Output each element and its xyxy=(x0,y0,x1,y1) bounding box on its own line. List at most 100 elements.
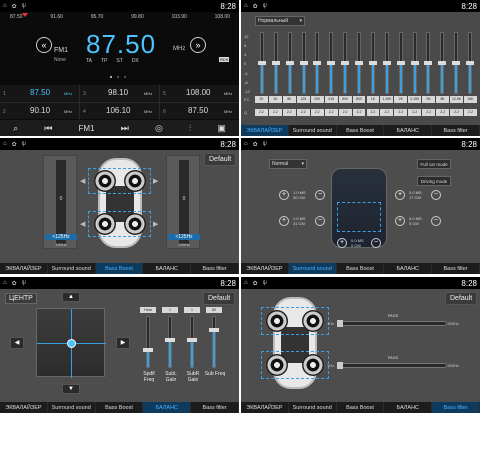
tab-surround[interactable]: Surround sound xyxy=(289,402,337,413)
eq-slider-handle[interactable] xyxy=(327,61,336,65)
eq-slider[interactable] xyxy=(452,32,461,94)
eq-frequency-label[interactable]: 315 xyxy=(324,96,338,103)
eq-slider[interactable] xyxy=(285,32,294,94)
up-arrow-button[interactable]: ▲ xyxy=(62,292,80,302)
tab-surround[interactable]: Surround sound xyxy=(289,125,337,136)
center-button[interactable]: ЦЕНТР xyxy=(5,293,37,304)
eq-slider-handle[interactable] xyxy=(438,61,447,65)
eq-slider[interactable] xyxy=(410,32,419,94)
rear-right-speaker[interactable] xyxy=(124,213,146,235)
eq-q-label[interactable]: 2.2 xyxy=(324,109,338,116)
tab-bass-filter[interactable]: Bass filter xyxy=(432,263,480,274)
eq-slider-handle[interactable] xyxy=(257,61,266,65)
flag-st[interactable]: ST xyxy=(116,58,122,64)
tab-surround[interactable]: Surround sound xyxy=(48,402,96,413)
seek-back-button[interactable]: « xyxy=(36,37,52,53)
tab-balance[interactable]: БАЛАНС xyxy=(384,402,433,413)
fader-track[interactable] xyxy=(187,316,197,368)
equalizer-icon[interactable]: ⫶ xyxy=(189,123,191,134)
tab-bass-filter[interactable]: Bass filter xyxy=(432,125,480,136)
eq-frequency-label[interactable]: 3.15K xyxy=(408,96,422,103)
eq-q-label[interactable]: 2.2 xyxy=(408,109,422,116)
default-button[interactable]: Default xyxy=(203,292,236,305)
left-bass-slider[interactable]: 0 <125Hz 150Hz xyxy=(43,155,77,249)
fr-plus-button[interactable]: + xyxy=(395,190,405,200)
preset-button[interactable]: 6 87.50 MHz xyxy=(160,102,239,119)
fader-handle[interactable] xyxy=(143,347,153,352)
eq-q-label[interactable]: 2.2 xyxy=(310,109,324,116)
eq-frequency-label[interactable]: 200 xyxy=(310,96,324,103)
eq-frequency-label[interactable]: 16K xyxy=(464,96,477,103)
band-button[interactable]: FM1 xyxy=(79,124,95,133)
eq-slider-handle[interactable] xyxy=(285,61,294,65)
fader-handle[interactable] xyxy=(209,327,219,332)
tab-bass-filter[interactable]: Bass filter xyxy=(191,263,239,274)
right-arrow-button[interactable]: ▶ xyxy=(116,337,130,349)
settings-icon[interactable]: ✿ xyxy=(253,3,258,10)
eq-slider-handle[interactable] xyxy=(466,61,475,65)
driving-mode-button[interactable]: Driving mode xyxy=(417,176,451,186)
eq-q-label[interactable]: 2.2 xyxy=(268,109,282,116)
eq-frequency-label[interactable]: 5K xyxy=(422,96,436,103)
fader-track[interactable] xyxy=(165,316,175,368)
preset-button[interactable]: 1 87.50 MHz xyxy=(0,85,79,102)
flag-ta[interactable]: TA xyxy=(86,58,92,64)
eq-slider-handle[interactable] xyxy=(368,61,377,65)
tab-bass-filter[interactable]: Bass filter xyxy=(432,402,480,413)
left-arrow-button[interactable]: ◀ xyxy=(10,337,24,349)
eq-preset-select[interactable]: Нормальный ▾ xyxy=(255,16,305,26)
home-icon[interactable]: ⌂ xyxy=(244,280,248,286)
rear-right-speaker[interactable] xyxy=(302,354,324,376)
preset-button[interactable]: 4 106.10 MHz xyxy=(80,102,159,119)
fl-minus-button[interactable]: − xyxy=(315,190,325,200)
gallery-icon[interactable]: ▣ xyxy=(217,123,226,134)
eq-q-label[interactable]: 2.2 xyxy=(394,109,408,116)
home-icon[interactable]: ⌂ xyxy=(3,280,7,286)
eq-slider-handle[interactable] xyxy=(396,61,405,65)
tab-equalizer[interactable]: ЭКВАЛАЙЗЕР xyxy=(241,263,289,274)
eq-frequency-label[interactable]: 1K xyxy=(366,96,380,103)
tab-balance[interactable]: БАЛАНС xyxy=(384,125,433,136)
tab-bass-filter[interactable]: Bass filter xyxy=(191,402,239,413)
right-bass-slider[interactable]: 0 <125Hz 100Hz xyxy=(166,155,200,249)
eq-slider[interactable] xyxy=(327,32,336,94)
tab-surround[interactable]: Surround sound xyxy=(288,263,337,274)
flag-dx[interactable]: DX xyxy=(132,58,139,64)
eq-slider-handle[interactable] xyxy=(299,61,308,65)
down-arrow-button[interactable]: ▼ xyxy=(62,384,80,394)
tab-balance[interactable]: БАЛАНС xyxy=(143,402,192,413)
eq-frequency-label[interactable]: 2K xyxy=(394,96,408,103)
frequency-scale[interactable]: 87.50 91.60 95.70 99.80 103.90 108.00 xyxy=(10,14,230,24)
fader-track[interactable] xyxy=(143,316,153,368)
filter-slider[interactable] xyxy=(337,362,447,369)
rr-plus-button[interactable]: + xyxy=(395,216,405,226)
tab-equalizer[interactable]: ЭКВАЛАЙЗЕР xyxy=(241,125,289,136)
eq-frequency-label[interactable]: 500 xyxy=(338,96,352,103)
settings-icon[interactable]: ✿ xyxy=(12,141,17,148)
tab-balance[interactable]: БАЛАНС xyxy=(143,263,192,274)
fr-minus-button[interactable]: − xyxy=(431,190,441,200)
home-icon[interactable]: ⌂ xyxy=(3,141,7,147)
balance-pad[interactable] xyxy=(36,308,106,378)
eq-frequency-label[interactable]: 1.25K xyxy=(380,96,394,103)
eq-slider[interactable] xyxy=(424,32,433,94)
eq-q-label[interactable]: 2.2 xyxy=(366,109,380,116)
filter-slider[interactable] xyxy=(337,320,447,327)
home-icon[interactable]: ⌂ xyxy=(244,141,248,147)
eq-frequency-label[interactable]: 30 xyxy=(268,96,282,103)
home-icon[interactable]: ⌂ xyxy=(244,3,248,9)
surround-mode-select[interactable]: Normal ▾ xyxy=(269,159,307,169)
eq-slider-handle[interactable] xyxy=(452,61,461,65)
front-left-speaker[interactable] xyxy=(94,170,116,192)
tab-equalizer[interactable]: ЭКВАЛАЙЗЕР xyxy=(0,402,48,413)
eq-q-label[interactable]: 2.2 xyxy=(352,109,366,116)
tab-surround[interactable]: Surround sound xyxy=(48,263,96,274)
tab-equalizer[interactable]: ЭКВАЛАЙЗЕР xyxy=(0,263,48,274)
tab-bass-boost[interactable]: Bass Boost xyxy=(337,402,385,413)
filter-handle[interactable] xyxy=(337,320,343,327)
eq-slider-handle[interactable] xyxy=(313,61,322,65)
default-button[interactable]: Default xyxy=(204,153,237,166)
eq-frequency-label[interactable]: 20 xyxy=(255,96,268,103)
rear-left-speaker[interactable] xyxy=(266,354,288,376)
eq-q-label[interactable]: 2.2 xyxy=(436,109,450,116)
